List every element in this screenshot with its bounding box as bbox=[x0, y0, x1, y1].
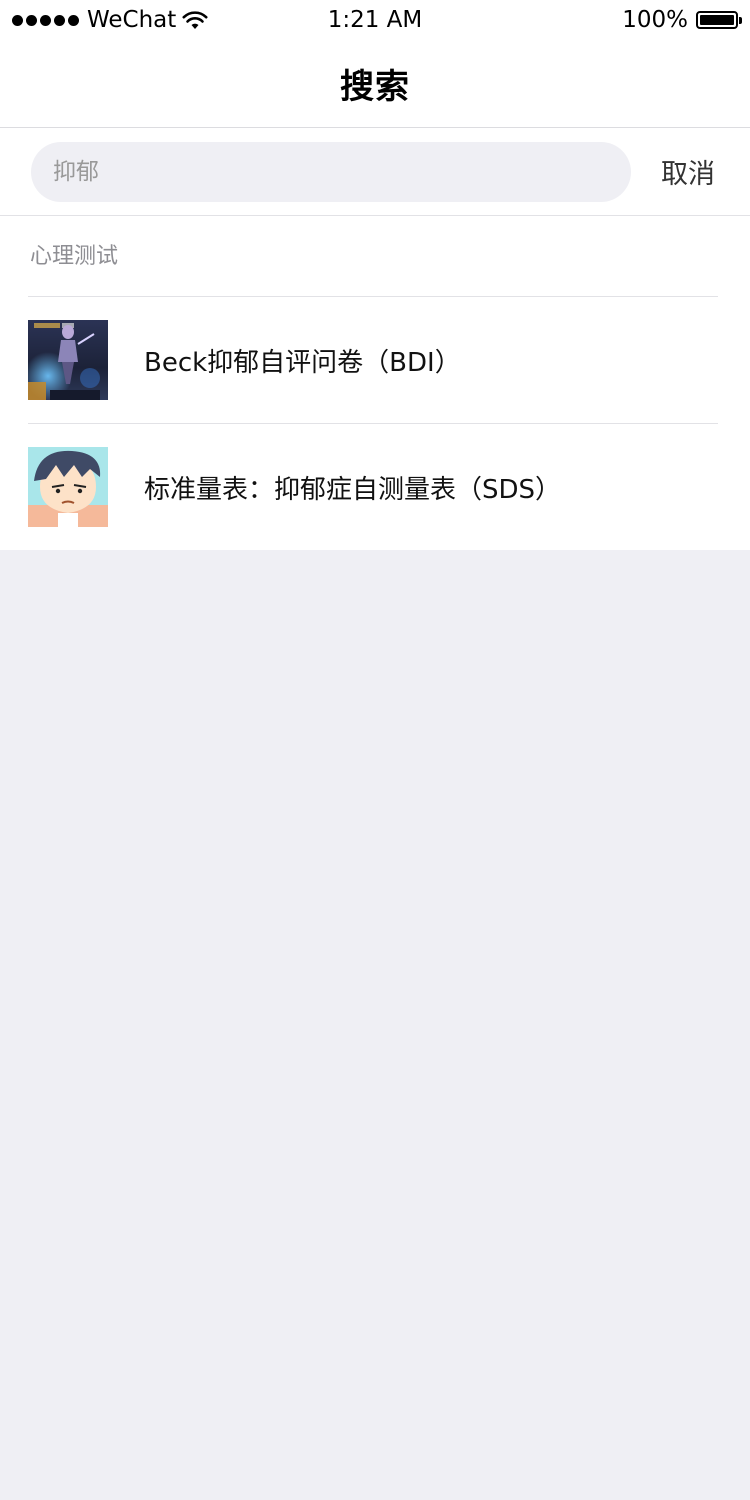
result-item-bdi[interactable]: Beck抑郁自评问卷（BDI） bbox=[28, 296, 718, 423]
empty-background-area bbox=[0, 550, 750, 1498]
search-input[interactable] bbox=[31, 141, 631, 202]
result-item-title: 标准量表：抑郁症自测量表（SDS） bbox=[144, 474, 562, 505]
search-bar: 取消 bbox=[0, 128, 750, 216]
cancel-button[interactable]: 取消 bbox=[661, 152, 715, 191]
result-list: Beck抑郁自评问卷（BDI） 标准量表：抑郁症自测量表（SDS） bbox=[0, 296, 750, 550]
top-panel: WeChat 1:21 AM 100% 搜索 取消 心理测试 bbox=[0, 0, 750, 550]
status-bar: WeChat 1:21 AM 100% bbox=[0, 0, 750, 40]
result-item-sds[interactable]: 标准量表：抑郁症自测量表（SDS） bbox=[28, 423, 718, 550]
cartoon-boy-thumbnail bbox=[28, 447, 108, 527]
navigation-bar: 搜索 bbox=[0, 40, 750, 128]
battery-icon bbox=[696, 11, 742, 29]
section-header-psych-tests: 心理测试 bbox=[30, 244, 119, 269]
status-right: 100% bbox=[622, 0, 742, 40]
result-item-title: Beck抑郁自评问卷（BDI） bbox=[144, 347, 461, 378]
battery-percentage: 100% bbox=[622, 7, 688, 33]
page-title: 搜索 bbox=[340, 67, 410, 107]
game-character-thumbnail bbox=[28, 320, 108, 400]
